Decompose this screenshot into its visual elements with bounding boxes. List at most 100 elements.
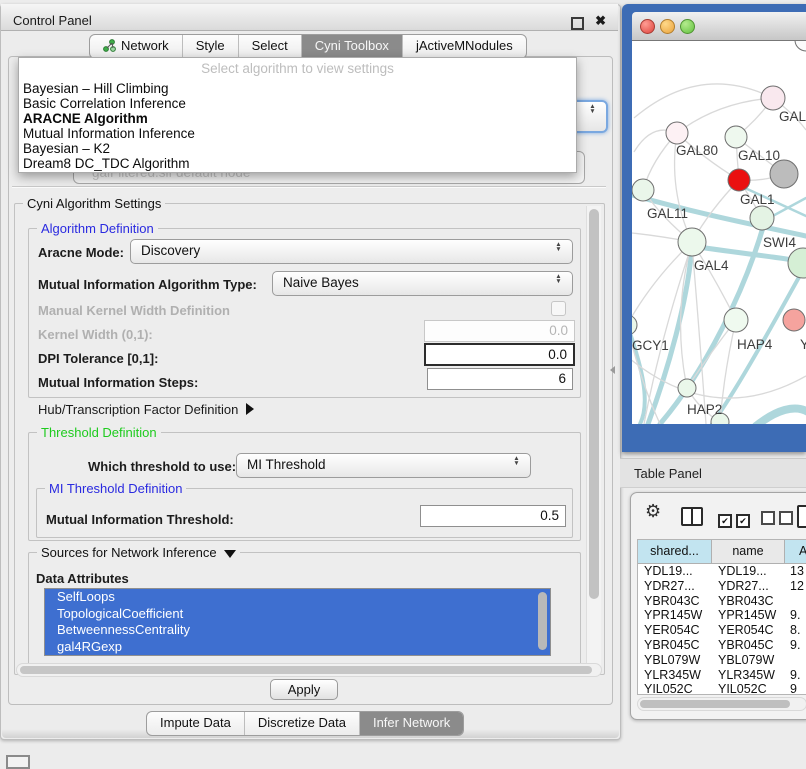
- network-node-gcy1[interactable]: [632, 315, 637, 335]
- cell: YBR043C: [718, 594, 782, 609]
- tab-network[interactable]: Network: [90, 35, 182, 58]
- dropdown-item[interactable]: Mutual Information Inference: [23, 126, 195, 141]
- settings-horizontal-scrollbar[interactable]: [16, 663, 602, 677]
- dropdown-item[interactable]: Basic Correlation Inference: [23, 96, 186, 111]
- apply-button[interactable]: Apply: [270, 679, 338, 700]
- network-node[interactable]: [788, 248, 806, 278]
- tab-infer-network[interactable]: Infer Network: [359, 712, 463, 735]
- manual-kernel-width-checkbox[interactable]: [551, 301, 566, 316]
- gear-icon[interactable]: ⚙: [645, 501, 661, 522]
- mi-threshold-field[interactable]: 0.5: [420, 505, 566, 527]
- tab-jactivemnodules[interactable]: jActiveMNodules: [402, 35, 526, 58]
- list-vertical-scrollbar[interactable]: [537, 589, 549, 655]
- node-label: GAL11: [647, 206, 688, 221]
- table-row[interactable]: YDR27...YDR27...12: [638, 579, 806, 594]
- tab-discretize-data[interactable]: Discretize Data: [244, 712, 359, 735]
- mi-steps-field[interactable]: 6: [427, 368, 573, 390]
- column-header-name[interactable]: name: [712, 540, 785, 564]
- hub-expander[interactable]: Hub/Transcription Factor Definition: [38, 402, 254, 417]
- table-row[interactable]: YLR345WYLR345W9.: [638, 668, 806, 683]
- table-panel-header[interactable]: Table Panel: [620, 458, 806, 488]
- cell: YLR345W: [718, 668, 782, 683]
- table-row[interactable]: YIL052CYIL052C9: [638, 682, 806, 695]
- dropdown-item[interactable]: Bayesian – Hill Climbing: [23, 81, 169, 96]
- table-row[interactable]: YBR043CYBR043C: [638, 594, 806, 609]
- zoom-window-icon[interactable]: [680, 19, 695, 34]
- network-node-gal11[interactable]: [632, 179, 654, 201]
- network-window-titlebar[interactable]: [632, 12, 806, 41]
- cell: YBR045C: [644, 638, 710, 653]
- close-icon[interactable]: ✖: [595, 13, 606, 29]
- table-row[interactable]: YDL19...YDL19...13: [638, 564, 806, 579]
- page-icon[interactable]: [797, 505, 806, 528]
- bottom-tabbar: Impute Data Discretize Data Infer Networ…: [146, 711, 464, 736]
- table-panel-window: ⚙ ✔✔ shared... name A YDL19...YDL19...13…: [630, 492, 806, 720]
- node-table[interactable]: shared... name A YDL19...YDL19...13 YDR2…: [637, 539, 806, 695]
- control-panel-titlebar[interactable]: Control Panel ✖: [1, 4, 618, 31]
- split-columns-icon[interactable]: [681, 507, 703, 526]
- cell: 13: [790, 564, 806, 579]
- deselect-all-columns-icon[interactable]: [761, 511, 797, 530]
- tab-impute-data[interactable]: Impute Data: [147, 712, 244, 735]
- cell: YPR145W: [718, 608, 782, 623]
- node-label: GAL4: [694, 258, 729, 273]
- list-item[interactable]: gal4RGexp: [45, 639, 550, 656]
- tab-cyni-toolbox-label: Cyni Toolbox: [315, 38, 389, 53]
- network-node-hap2[interactable]: [678, 379, 696, 397]
- table-row[interactable]: YPR145WYPR145W9.: [638, 608, 806, 623]
- mi-steps-label: Mutual Information Steps:: [38, 375, 198, 390]
- node-label: GAL: [779, 109, 806, 124]
- select-all-columns-icon[interactable]: ✔✔: [718, 511, 754, 529]
- network-node[interactable]: [795, 41, 806, 51]
- network-node[interactable]: [761, 86, 785, 110]
- checked-box-icon: ✔: [718, 514, 732, 528]
- tab-select[interactable]: Select: [238, 35, 301, 58]
- dropdown-item-aracne[interactable]: ARACNE Algorithm: [23, 111, 148, 126]
- network-node-gal4[interactable]: [678, 228, 706, 256]
- table-horizontal-scrollbar[interactable]: [637, 697, 806, 711]
- table-row[interactable]: YBR045CYBR045C9.: [638, 638, 806, 653]
- close-window-icon[interactable]: [640, 19, 655, 34]
- list-item[interactable]: SelfLoops: [45, 589, 550, 606]
- network-node-gal10[interactable]: [725, 126, 747, 148]
- data-attributes-list[interactable]: SelfLoops TopologicalCoefficient Between…: [44, 588, 551, 656]
- list-vertical-scrollbar-thumb[interactable]: [538, 592, 547, 650]
- settings-vertical-scrollbar-thumb[interactable]: [589, 209, 599, 599]
- aracne-mode-combobox[interactable]: Discovery ▲▼: [130, 239, 573, 264]
- dropdown-item[interactable]: Bayesian – K2: [23, 141, 110, 156]
- dpi-tolerance-field[interactable]: 0.0: [424, 343, 575, 366]
- minimize-window-icon[interactable]: [660, 19, 675, 34]
- minimized-panel-icon[interactable]: [6, 755, 30, 769]
- mi-algorithm-type-combobox[interactable]: Naive Bayes ▲▼: [272, 271, 573, 296]
- network-node-salmon[interactable]: [783, 309, 805, 331]
- network-node-hap4[interactable]: [724, 308, 748, 332]
- table-row[interactable]: YER054CYER054C8.: [638, 623, 806, 638]
- expander-collapsed-icon: [246, 403, 254, 415]
- column-header-partial[interactable]: A: [785, 540, 806, 564]
- tab-cyni-toolbox[interactable]: Cyni Toolbox: [301, 35, 402, 58]
- network-node-gal1-red[interactable]: [728, 169, 750, 191]
- sources-group-title[interactable]: Sources for Network Inference: [37, 545, 240, 560]
- split-columns-divider: [691, 509, 693, 524]
- float-window-icon[interactable]: [571, 17, 584, 30]
- algorithm-dropdown-popup: Select algorithm to view settings Bayesi…: [18, 57, 577, 173]
- dropdown-item[interactable]: Dream8 DC_TDC Algorithm: [23, 156, 190, 171]
- splitter-collapse-icon[interactable]: [606, 366, 615, 374]
- settings-vertical-scrollbar[interactable]: [586, 206, 601, 668]
- network-node-gray[interactable]: [770, 160, 798, 188]
- table-horizontal-scrollbar-thumb[interactable]: [640, 700, 790, 708]
- settings-horizontal-scrollbar-thumb[interactable]: [20, 666, 592, 674]
- list-item[interactable]: BetweennessCentrality: [45, 622, 550, 639]
- network-node-swi4[interactable]: [750, 206, 774, 230]
- tab-network-label: Network: [121, 38, 169, 53]
- table-row[interactable]: YBL079WYBL079W: [638, 653, 806, 668]
- column-header-shared-name[interactable]: shared...: [638, 540, 712, 564]
- which-threshold-label: Which threshold to use:: [88, 459, 236, 474]
- list-item[interactable]: TopologicalCoefficient: [45, 606, 550, 623]
- network-canvas[interactable]: GAL80 GAL10 GAL1 GAL11 SWI4 GAL4 GCY1 HA…: [632, 41, 806, 424]
- kernel-width-field[interactable]: 0.0: [424, 320, 575, 342]
- which-threshold-combobox[interactable]: MI Threshold ▲▼: [236, 453, 531, 478]
- cell: 9.: [790, 638, 806, 653]
- network-node-gal80[interactable]: [666, 122, 688, 144]
- tab-style[interactable]: Style: [182, 35, 238, 58]
